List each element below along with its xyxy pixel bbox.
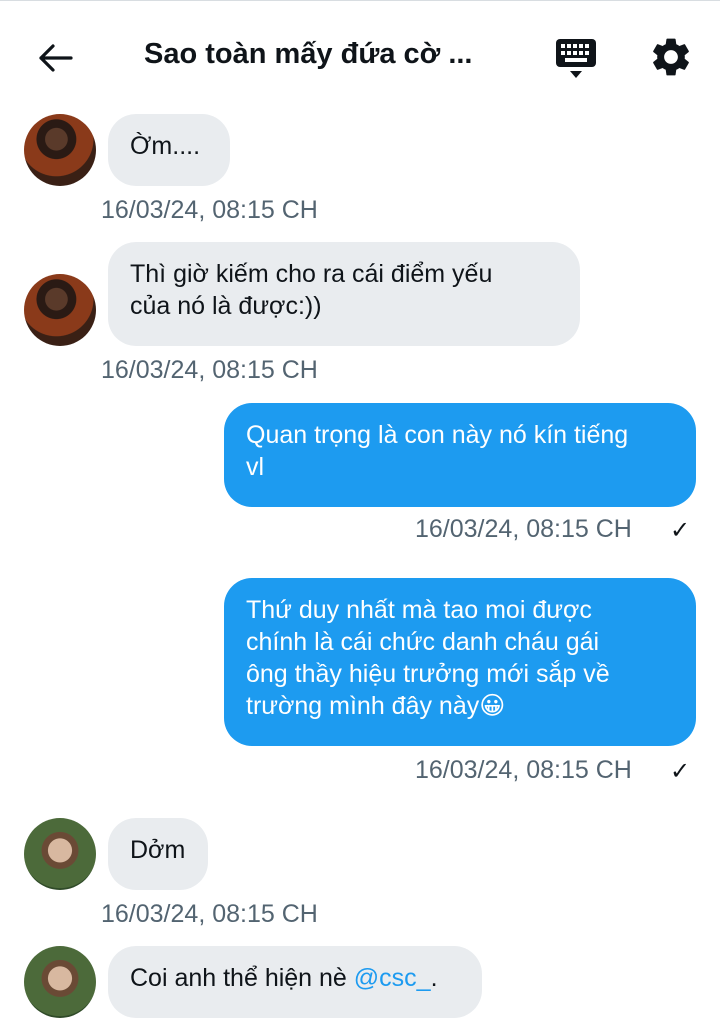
conversation-title[interactable]: Sao toàn mấy đứa cờ ...	[144, 38, 473, 71]
message-text-line: của nó là được:))	[130, 292, 322, 320]
sent-check-icon: ✓	[670, 758, 691, 785]
message-text-line: trường mình đây này😀	[246, 692, 506, 720]
message-timestamp: 16/03/24, 08:15 CH	[101, 356, 318, 384]
avatar[interactable]	[24, 946, 96, 1018]
message-timestamp: 16/03/24, 08:15 CH	[101, 900, 318, 928]
outgoing-message-bubble[interactable]: Thứ duy nhất mà tao moi được chính là cá…	[224, 578, 696, 746]
arrow-left-icon	[39, 44, 73, 72]
message-text-line: chính là cái chức danh cháu gái	[246, 628, 600, 656]
sent-check-icon: ✓	[670, 517, 691, 544]
avatar[interactable]	[24, 818, 96, 890]
incoming-message-bubble[interactable]: Thì giờ kiếm cho ra cái điểm yếu của nó …	[108, 242, 580, 346]
conversation-header: Sao toàn mấy đứa cờ ...	[0, 0, 720, 112]
message-timestamp: 16/03/24, 08:15 CH	[415, 756, 632, 784]
avatar[interactable]	[24, 114, 96, 186]
settings-button[interactable]	[648, 34, 694, 80]
message-text: Dởm	[130, 836, 186, 864]
message-text: .	[430, 964, 438, 992]
message-timestamp: 16/03/24, 08:15 CH	[415, 515, 632, 543]
message-text-line: Thì giờ kiếm cho ra cái điểm yếu	[130, 260, 493, 288]
gear-icon	[653, 38, 689, 76]
message-text: Ờm....	[130, 132, 201, 160]
outgoing-message-bubble[interactable]: Quan trọng là con này nó kín tiếng vl	[224, 403, 696, 507]
message-timestamp: 16/03/24, 08:15 CH	[101, 196, 318, 224]
message-text-line: vl	[246, 453, 265, 481]
user-mention-link[interactable]: @csc_	[354, 964, 431, 992]
incoming-message-bubble[interactable]: Coi anh thể hiện nè @csc_.	[108, 946, 482, 1018]
keyboard-icon	[556, 39, 596, 78]
message-text-line: Quan trọng là con này nó kín tiếng	[246, 421, 629, 449]
incoming-message-bubble[interactable]: Ờm....	[108, 114, 230, 186]
message-text-line: Thứ duy nhất mà tao moi được	[246, 596, 592, 624]
avatar[interactable]	[24, 274, 96, 346]
incoming-message-bubble[interactable]: Dởm	[108, 818, 208, 890]
back-button[interactable]	[30, 33, 80, 83]
message-text: Coi anh thể hiện nè	[130, 964, 354, 992]
message-text-line: ông thầy hiệu trưởng mới sắp về	[246, 660, 610, 688]
keyboard-button[interactable]	[553, 36, 599, 82]
